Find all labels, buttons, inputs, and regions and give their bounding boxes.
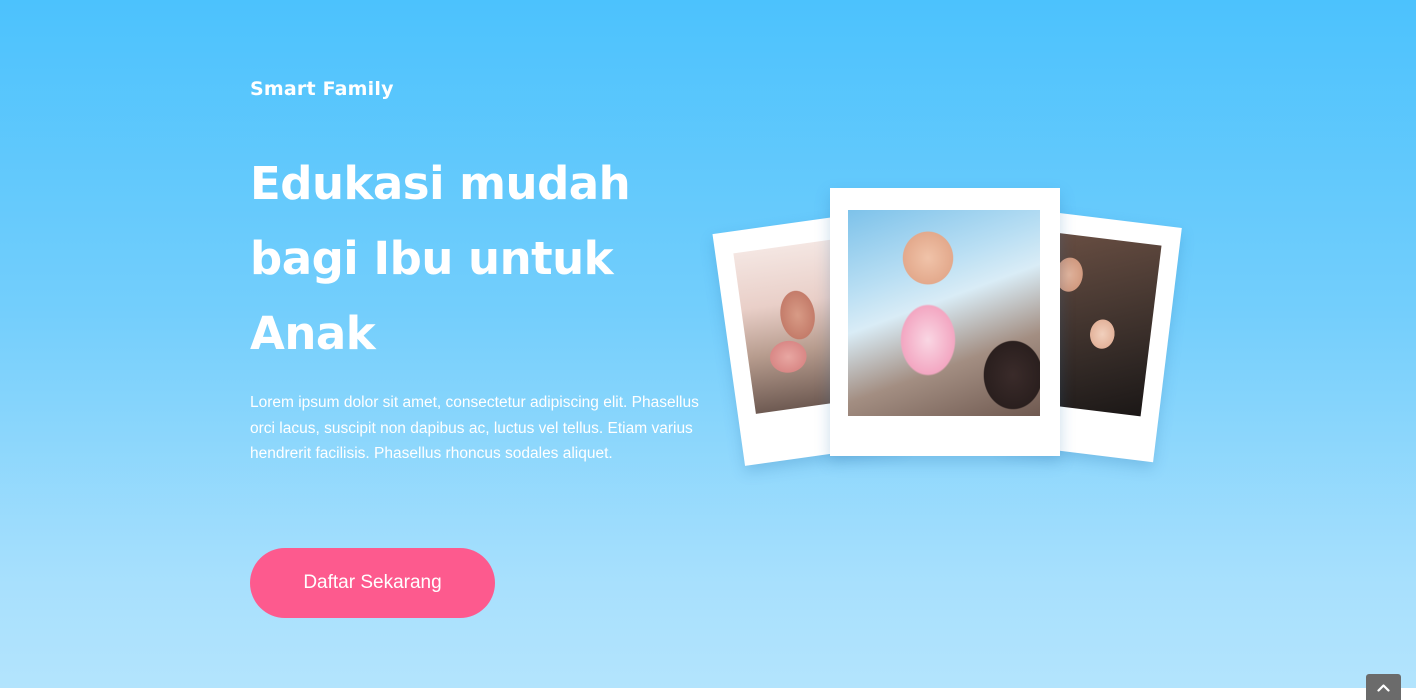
- polaroid-center: [830, 188, 1060, 456]
- register-now-button[interactable]: Daftar Sekarang: [250, 548, 495, 618]
- photo-gallery: [700, 170, 1200, 500]
- hero-section: Smart Family Edukasi mudah bagi Ibu untu…: [0, 0, 1416, 688]
- baby-lifted-photo: [848, 210, 1040, 416]
- hero-lead-text: Lorem ipsum dolor sit amet, consectetur …: [250, 394, 699, 463]
- brand-logo[interactable]: Smart Family: [250, 78, 394, 100]
- scroll-to-top-button[interactable]: [1366, 674, 1401, 700]
- chevron-up-icon: [1377, 684, 1390, 692]
- hero-headline: Edukasi mudah bagi Ibu untuk Anak: [250, 157, 631, 360]
- section-divider: [0, 688, 1416, 700]
